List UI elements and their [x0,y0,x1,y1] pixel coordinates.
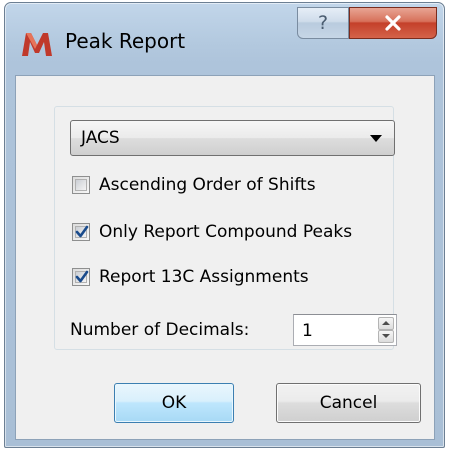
compound-peaks-checkbox-row[interactable]: Only Report Compound Peaks [72,219,352,245]
journal-format-select[interactable]: JACS [70,120,395,156]
decimals-label: Number of Decimals: [70,320,250,340]
journal-format-value: JACS [81,128,120,148]
ascending-order-label: Ascending Order of Shifts [99,175,316,195]
peak-report-dialog: Peak Report ? JACS Ascending Order of Sh… [4,2,445,448]
spin-down-button[interactable] [378,330,394,343]
title-bar[interactable]: Peak Report ? [5,3,444,75]
help-button[interactable]: ? [297,7,349,39]
13c-assignments-label: Report 13C Assignments [99,267,309,287]
decimals-spinbox[interactable]: 1 [293,314,397,346]
mnova-m-icon [22,33,52,56]
ok-button[interactable]: OK [114,383,234,423]
decimals-value[interactable]: 1 [302,321,313,341]
close-button[interactable] [349,7,437,39]
checkmark-icon [75,225,89,238]
compound-peaks-checkbox[interactable] [72,223,90,241]
checkmark-icon [75,270,89,283]
spin-up-button[interactable] [378,317,394,330]
help-icon: ? [317,12,329,34]
compound-peaks-label: Only Report Compound Peaks [99,222,353,242]
cancel-button[interactable]: Cancel [276,383,421,423]
ascending-order-checkbox[interactable] [72,176,90,194]
dialog-client-area: JACS Ascending Order of Shifts Only Repo… [15,75,435,440]
13c-assignments-checkbox[interactable] [72,268,90,286]
13c-assignments-checkbox-row[interactable]: Report 13C Assignments [72,264,309,290]
close-icon [385,15,401,31]
chevron-down-icon [370,135,382,142]
ascending-order-checkbox-row[interactable]: Ascending Order of Shifts [72,172,316,198]
window-title: Peak Report [65,29,186,53]
